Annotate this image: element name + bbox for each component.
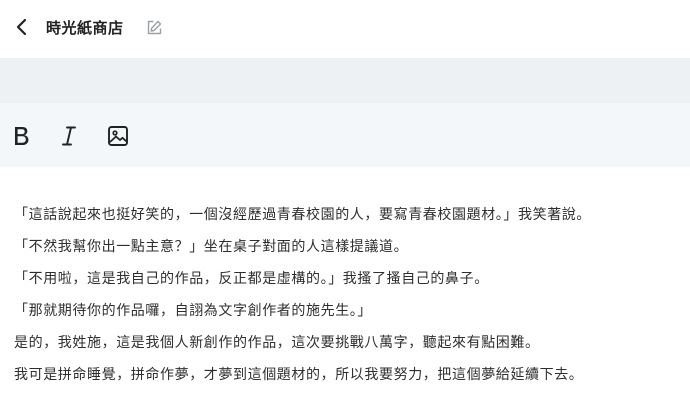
editor-content[interactable]: 「這話說起來也挺好笑的，一個沒經歷過青春校園的人，要寫青春校園題材。」我笑著說。…: [0, 167, 690, 400]
back-button[interactable]: [10, 15, 34, 39]
editor-app: 時光紙商店 「這話說起來也挺好笑的，一個沒經歷過青春校園的人，要寫青春校園題材。…: [0, 0, 690, 400]
insert-image-button[interactable]: [105, 123, 131, 149]
image-icon: [108, 126, 128, 146]
paragraph[interactable]: 是的，我姓施，這是我個人新創作的作品，這次要挑戰八萬字，聽起來有點困難。: [14, 333, 540, 353]
edit-title-button[interactable]: [144, 17, 164, 37]
header: 時光紙商店: [0, 0, 690, 58]
bold-icon: [15, 127, 29, 145]
bold-button[interactable]: [9, 123, 35, 149]
paragraph[interactable]: 我可是拼命睡覺，拼命作夢，才夢到這個題材的，所以我要努力，把這個夢給延續下去。: [14, 365, 583, 385]
chevron-left-icon: [16, 18, 27, 36]
paragraph[interactable]: 「這話說起來也挺好笑的，一個沒經歷過青春校園的人，要寫青春校園題材。」我笑著說。: [14, 205, 591, 225]
paragraph[interactable]: 「不用啦，這是我自己的作品，反正都是虛構的。」我搔了搔自己的鼻子。: [14, 269, 489, 289]
header-divider-band: [0, 58, 690, 103]
paragraph[interactable]: 「不然我幫你出一點主意？」坐在桌子對面的人這樣提議道。: [14, 237, 408, 257]
italic-button[interactable]: [56, 123, 82, 149]
edit-icon: [147, 20, 161, 34]
formatting-toolbar: [0, 103, 690, 167]
italic-icon: [62, 126, 76, 146]
paragraph[interactable]: 「那就期待你的作品囉，自詡為文字創作者的施先生。」: [14, 301, 372, 321]
document-title[interactable]: 時光紙商店: [46, 17, 124, 39]
